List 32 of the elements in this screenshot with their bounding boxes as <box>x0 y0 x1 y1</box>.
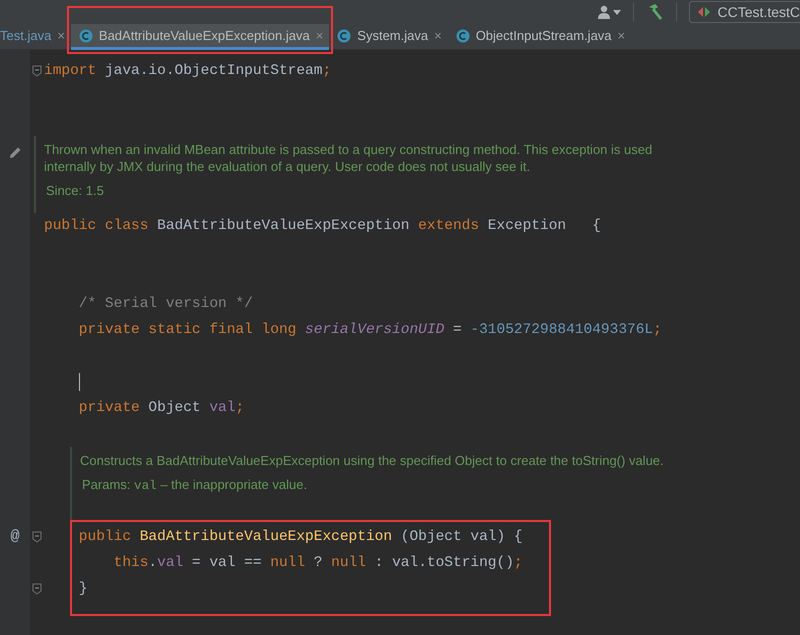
user-icon[interactable] <box>596 5 611 19</box>
run-configuration-dropdown[interactable]: CCTest.testC <box>688 1 800 23</box>
run-config-icon <box>698 6 710 18</box>
class-icon <box>78 28 93 42</box>
pencil-icon[interactable] <box>8 146 22 159</box>
caret-icon[interactable] <box>612 10 621 14</box>
close-tab-icon[interactable]: × <box>618 26 626 46</box>
doc-tag-line: Params: val – the inappropriate value. <box>82 476 308 495</box>
fold-icon[interactable] <box>32 531 42 543</box>
fold-icon[interactable] <box>32 583 42 595</box>
code-line: import java.io.ObjectInputStream; <box>44 62 332 81</box>
file-tab[interactable]: Test.java × <box>0 24 71 50</box>
fold-icon[interactable] <box>32 65 42 77</box>
doc-text: Thrown when an invalid MBean attribute is passed to a query constructing method. This exception is used internally by JMX during the evaluation of a query. User code does not usually see it. <box>44 141 654 175</box>
close-tab-icon[interactable]: × <box>316 26 324 46</box>
code-line: this.val = val == null ? null : val.toString(); <box>112 554 523 573</box>
code-line: public BadAttributeValueExpException (Object val) { <box>78 528 523 547</box>
code-line: private static final long serialVersionUID = -3105272988410493376L; <box>78 321 662 340</box>
class-icon <box>456 28 470 42</box>
doc-text: Constructs a BadAttributeValueExpException using the specified Object to create the toString() value. <box>80 452 665 469</box>
close-tab-icon[interactable]: × <box>57 26 65 46</box>
code-line: } <box>78 580 88 599</box>
file-tab[interactable]: System.java × <box>329 24 448 50</box>
class-icon <box>337 28 352 42</box>
code-line: private Object val; <box>78 399 244 418</box>
file-tab[interactable]: ObjectInputStream.java × <box>448 24 632 50</box>
close-tab-icon[interactable]: × <box>434 26 442 46</box>
file-tab[interactable]: BadAttributeValueExpException.java × <box>70 24 330 50</box>
code-line: public class BadAttributeValueExpException extends Exception { <box>44 217 601 236</box>
annotation-marker: @ <box>10 526 20 547</box>
doc-tag-line: Since: 1.5 <box>46 182 105 199</box>
code-line: /* Serial version */ <box>78 295 253 314</box>
